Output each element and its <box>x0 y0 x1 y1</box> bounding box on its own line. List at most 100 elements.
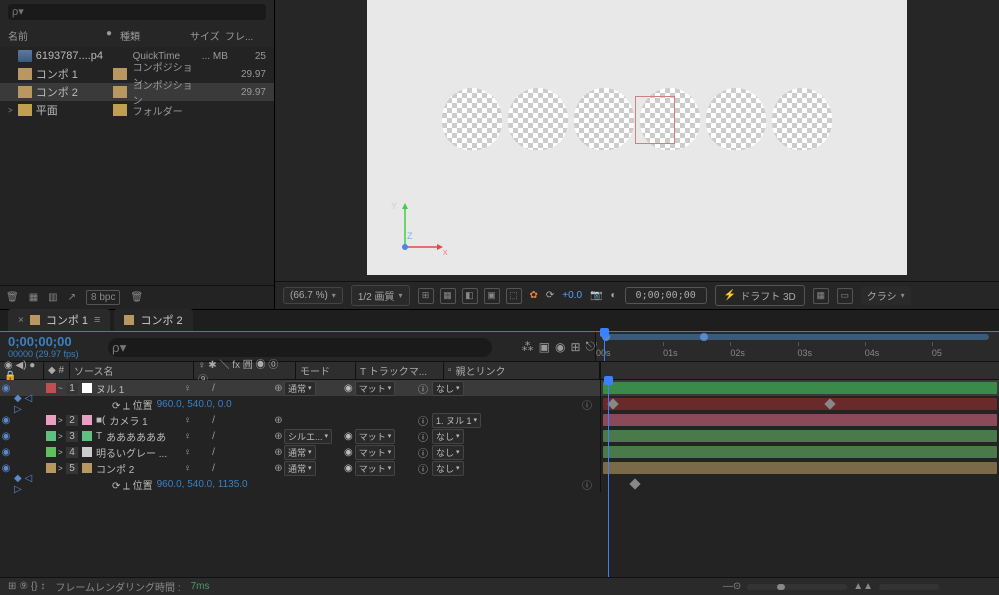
current-time-indicator[interactable] <box>604 332 605 361</box>
pickwhip-icon[interactable]: ⓘ <box>418 381 428 396</box>
timeline-zoom-slider[interactable]: —⊙ ▲▲ <box>723 581 939 592</box>
item-label-icon[interactable] <box>113 68 127 80</box>
guides-icon[interactable]: ▦ <box>440 288 456 304</box>
parent-dropdown[interactable]: なし <box>432 461 464 476</box>
time-ruler[interactable]: 00s01s02s03s04s05 <box>595 332 999 361</box>
label-color[interactable] <box>46 447 56 457</box>
3d-ground-icon[interactable]: ▦ <box>813 288 829 304</box>
blend-mode-dropdown[interactable]: 通常 <box>284 445 316 460</box>
adjust-icon[interactable]: ↗ <box>68 292 76 303</box>
graph-icon[interactable]: ⊞ <box>570 340 580 354</box>
matte-dropdown[interactable]: マット <box>355 381 396 396</box>
item-label-icon[interactable] <box>113 50 127 62</box>
matte-dropdown[interactable]: マット <box>355 445 396 460</box>
parent-dropdown[interactable]: 1. ヌル 1 <box>432 413 481 428</box>
col-size[interactable]: サイズ <box>190 28 225 43</box>
matte-icon[interactable]: ◉ <box>344 431 353 442</box>
layer-row[interactable]: ◉ > 3 Tああああああ ♀/⊕ シルエ... ◉マット ⓘなし <box>0 428 999 444</box>
viewer-timecode[interactable]: 0;00;00;00 <box>625 287 707 304</box>
property-row[interactable]: ◆ ◁ ▷ ⟳ ⟂ 位置 960.0, 540.0, 0.0 ⓘ <box>0 396 999 412</box>
show-snapshot-icon[interactable]: ◐ <box>611 290 617 301</box>
pickwhip-icon[interactable]: ⓘ <box>418 461 428 476</box>
layer-switches[interactable]: ♀/⊕ <box>182 415 284 426</box>
renderer-icon[interactable]: ▭ <box>837 288 853 304</box>
col-track-matte[interactable]: T トラックマ... <box>356 362 444 379</box>
region-icon[interactable]: ⬚ <box>506 288 522 304</box>
col-name[interactable]: 名前 <box>8 28 98 43</box>
project-item[interactable]: コンポ 2 コンポジション 29.97 <box>0 83 274 101</box>
composition-canvas[interactable]: Y x Z <box>367 0 907 275</box>
mask-icon[interactable]: ◧ <box>462 288 478 304</box>
close-icon[interactable]: × <box>18 315 24 326</box>
col-switches[interactable]: ♀ ✱ ＼ fx 圓 ◉ ⓪ ⑨ <box>194 362 296 379</box>
axis-gizmo[interactable]: Y x Z <box>377 197 447 267</box>
snapshot-icon[interactable]: 📷 <box>590 290 602 301</box>
layer-switches[interactable]: ♀/⊕ <box>182 463 284 474</box>
layer-name[interactable]: ヌル 1 <box>82 381 182 396</box>
visibility-toggle[interactable]: ◉ <box>0 415 12 426</box>
draft-3d-button[interactable]: ⚡ ドラフト 3D <box>715 285 805 306</box>
layer-name[interactable]: コンポ 2 <box>82 461 182 476</box>
visibility-toggle[interactable]: ◉ <box>0 447 12 458</box>
item-label-icon[interactable] <box>113 104 127 116</box>
reset-exposure-icon[interactable]: ⟳ <box>546 290 554 301</box>
renderer-dropdown[interactable]: クラシ <box>861 286 911 305</box>
visibility-toggle[interactable]: ◉ <box>0 463 12 474</box>
matte-icon[interactable]: ◉ <box>344 463 353 474</box>
layer-switches[interactable]: ♀/⊕ <box>182 431 284 442</box>
parent-dropdown[interactable]: なし <box>432 445 464 460</box>
bin-icon[interactable]: 🗑 <box>6 292 19 303</box>
folder-new-icon[interactable]: ▦ <box>29 292 38 303</box>
parent-dropdown[interactable]: なし <box>432 429 464 444</box>
col-type[interactable]: 種類 <box>120 28 190 43</box>
link-icon[interactable]: ⎋ <box>586 339 596 354</box>
blend-mode-dropdown[interactable]: 通常 <box>284 461 316 476</box>
layer-row[interactable]: ◉ > 4 明るいグレー ... ♀/⊕ 通常 ◉マット ⓘなし <box>0 444 999 460</box>
pickwhip-icon[interactable]: ⓘ <box>418 429 428 444</box>
layer-row[interactable]: ◉ > 5 コンポ 2 ♀/⊕ 通常 ◉マット ⓘなし <box>0 460 999 476</box>
work-area-bar[interactable] <box>604 334 989 340</box>
layer-row[interactable]: ◉ > 2 ■(カメラ 1 ♀/⊕ ⓘ1. ヌル 1 <box>0 412 999 428</box>
layer-name[interactable]: 明るいグレー ... <box>82 445 182 460</box>
visibility-toggle[interactable]: ◉ <box>0 383 12 394</box>
matte-icon[interactable]: ◉ <box>344 383 353 394</box>
layer-row[interactable]: ◉ ~ 1 ヌル 1 ♀/⊕ 通常 ◉マット ⓘなし <box>0 380 999 396</box>
layer-name[interactable]: ■(カメラ 1 <box>82 413 182 428</box>
label-color[interactable] <box>46 383 56 393</box>
color-mgmt-icon[interactable]: ✿ <box>530 290 538 301</box>
quality-dropdown[interactable]: 1/2 画質 <box>351 285 410 306</box>
layer-bar[interactable] <box>603 414 997 426</box>
matte-dropdown[interactable]: マット <box>355 429 396 444</box>
frame-blend-icon[interactable]: ▣ <box>539 340 550 354</box>
project-search-input[interactable] <box>8 4 266 20</box>
label-color[interactable] <box>46 415 56 425</box>
label-color[interactable] <box>46 431 56 441</box>
layer-bar[interactable] <box>603 382 997 394</box>
property-value[interactable]: 960.0, 540.0, 0.0 <box>157 399 232 410</box>
col-parent[interactable]: ▫親とリンク <box>444 362 600 379</box>
property-value[interactable]: 960.0, 540.0, 1135.0 <box>157 479 248 490</box>
grid-icon[interactable]: ⊞ <box>418 288 434 304</box>
parent-dropdown[interactable]: なし <box>432 381 464 396</box>
matte-icon[interactable]: ◉ <box>344 447 353 458</box>
matte-dropdown[interactable]: マット <box>355 461 396 476</box>
layer-switches[interactable]: ♀/⊕ <box>182 383 284 394</box>
property-row[interactable]: ◆ ◁ ▷ ⟳ ⟂ 位置 960.0, 540.0, 1135.0 ⓘ <box>0 476 999 492</box>
layer-bar[interactable] <box>603 430 997 442</box>
channel-icon[interactable]: ▣ <box>484 288 500 304</box>
bpc-toggle[interactable]: 8 bpc <box>86 290 120 305</box>
label-color[interactable] <box>46 463 56 473</box>
blend-mode-dropdown[interactable]: 通常 <box>284 381 316 396</box>
shy-icon[interactable]: ⁂ <box>522 340 534 354</box>
item-label-icon[interactable] <box>113 86 127 98</box>
col-source-name[interactable]: ソース名 <box>70 362 194 379</box>
comp-new-icon[interactable]: ▥ <box>48 292 57 303</box>
timeline-timecode[interactable]: 0;00;00;00 00000 (29.97 fps) <box>0 332 100 361</box>
visibility-toggle[interactable]: ◉ <box>0 431 12 442</box>
project-item[interactable]: > 平面 フォルダー <box>0 101 274 119</box>
toggle-switches-icon[interactable]: ⊞ ⑨ {} ↕ <box>8 581 45 592</box>
layer-switches[interactable]: ♀/⊕ <box>182 447 284 458</box>
col-label[interactable]: ● <box>98 28 120 43</box>
col-fps[interactable]: フレ... <box>225 28 255 43</box>
timeline-tab[interactable]: ×コンポ 1 ≡ <box>8 309 110 331</box>
